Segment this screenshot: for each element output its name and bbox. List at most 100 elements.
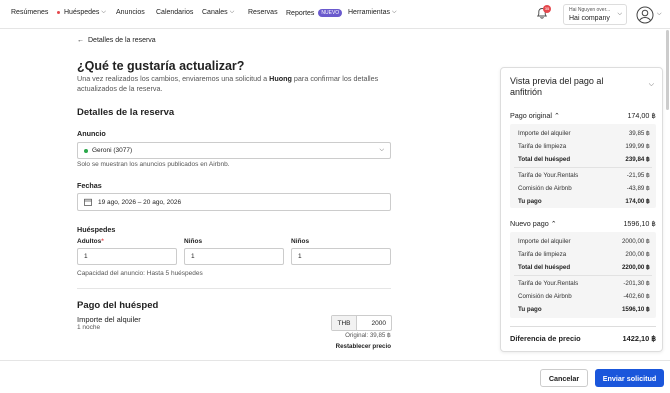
currency-label: THB (332, 316, 357, 330)
new-badge: NUEVO (318, 9, 343, 17)
nav-anuncios[interactable]: Anuncios (116, 9, 145, 16)
send-request-button[interactable]: Enviar solicitud (595, 369, 664, 387)
row-label: Importe del alquiler (518, 238, 571, 245)
footer-bar: Cancelar Enviar solicitud (0, 360, 670, 393)
dates-label: Fechas (77, 181, 102, 190)
nav-reportes-label: Reportes (286, 9, 315, 17)
divider (510, 326, 656, 327)
dates-value: 19 ago, 2026 – 20 ago, 2026 (98, 198, 182, 206)
nav-anuncios-label: Anuncios (116, 9, 145, 16)
row-label: Tu pago (518, 306, 542, 313)
children-label: Niños (184, 238, 203, 245)
listing-label: Anuncio (77, 129, 106, 138)
top-nav: Resúmenes Huéspedes ⌵ Anuncios Calendario… (0, 0, 670, 29)
scrollbar[interactable] (666, 30, 669, 110)
chevron-down-icon[interactable]: ⌵ (649, 81, 654, 89)
rent-price-field[interactable]: THB 2000 (331, 315, 392, 331)
new-payout-total: 1596,10 ฿ (623, 219, 656, 228)
new-payout-toggle[interactable]: Nuevo pago ⌃ 1596,10 ฿ (510, 219, 656, 228)
price-difference: Diferencia de precio 1422,10 ฿ (510, 334, 656, 343)
row-value: -201,30 ฿ (623, 280, 650, 287)
breakdown-row: Tu pago 174,00 ฿ (518, 198, 650, 205)
back-link[interactable]: ← Detalles de la reserva (77, 37, 156, 44)
capacity-note: Capacidad del anuncio: Hasta 5 huéspedes (77, 270, 203, 277)
breakdown-row: Comisión de Airbnb -402,60 ฿ (518, 293, 650, 300)
breakdown-row: Total del huésped 2200,00 ฿ (518, 264, 650, 271)
row-label: Comisión de Airbnb (518, 293, 572, 300)
nav-resumenes-label: Resúmenes (11, 9, 49, 16)
nav-reportes[interactable]: Reportes NUEVO (286, 9, 343, 17)
rent-label: Importe del alquiler (77, 315, 141, 324)
nav-calendarios[interactable]: Calendarios (156, 9, 193, 16)
row-label: Total del huésped (518, 264, 571, 271)
reset-price-button[interactable]: Restablecer precio (336, 343, 391, 350)
row-value: -21,95 ฿ (626, 172, 650, 179)
chevron-down-icon: ⌵ (617, 11, 622, 17)
listing-value: Geroni (3077) (92, 147, 133, 154)
rent-amount-input[interactable]: 2000 (357, 316, 391, 330)
original-payout-toggle[interactable]: Pago original ⌃ 174,00 ฿ (510, 111, 656, 120)
divider (514, 275, 652, 276)
nav-reservas-label: Reservas (248, 9, 278, 16)
row-label: Tarifa de Your.Rentals (518, 280, 579, 287)
calendar-icon (84, 198, 92, 206)
children-input[interactable]: 1 (184, 248, 284, 265)
breakdown-row: Importe del alquiler 2000,00 ฿ (518, 238, 650, 245)
row-label: Tarifa de limpieza (518, 143, 567, 150)
row-value: 239,84 ฿ (625, 156, 650, 163)
nav-huespedes[interactable]: Huéspedes ⌵ (57, 9, 106, 16)
breakdown-row: Importe del alquiler 39,85 ฿ (518, 130, 650, 137)
infants-input[interactable]: 1 (291, 248, 391, 265)
account-company: Hai company (569, 15, 610, 22)
new-breakdown: Importe del alquiler 2000,00 ฿ Tarifa de … (510, 232, 656, 318)
nav-resumenes[interactable]: Resúmenes (11, 9, 48, 16)
chevron-down-icon: ⌵ (229, 9, 235, 15)
row-value: -43,89 ฿ (626, 185, 650, 192)
chevron-up-icon: ⌃ (550, 219, 557, 228)
divider (514, 167, 652, 168)
adults-input[interactable]: 1 (77, 248, 177, 265)
row-value: -402,60 ฿ (623, 293, 650, 300)
original-price: Original: 39,85 ฿ (345, 332, 391, 339)
guest-name: Huong (269, 74, 292, 83)
row-value: 200,00 ฿ (625, 251, 650, 258)
listing-select[interactable]: Geroni (3077) ⌵ (77, 142, 391, 159)
status-dot-icon (84, 148, 88, 153)
details-heading: Detalles de la reserva (77, 107, 175, 118)
breakdown-row: Tu pago 1596,10 ฿ (518, 306, 650, 313)
new-payout-label: Nuevo pago ⌃ (510, 219, 557, 228)
alert-dot-icon (57, 11, 60, 14)
page-title: ¿Qué te gustaría actualizar? (77, 59, 245, 73)
account-switcher[interactable]: Hai Nguyen over... Hai company ⌵ (563, 4, 627, 25)
row-value: 1596,10 ฿ (621, 306, 650, 313)
adults-label: Adultos* (77, 238, 104, 245)
breakdown-row: Tarifa de Your.Rentals -201,30 ฿ (518, 280, 650, 287)
date-range-input[interactable]: 19 ago, 2026 – 20 ago, 2026 (77, 193, 391, 211)
nav-calendarios-label: Calendarios (156, 9, 194, 16)
chevron-up-icon: ⌃ (553, 111, 560, 120)
breakdown-row: Tarifa de limpieza 199,99 ฿ (518, 143, 650, 150)
notification-count-badge: 35 (543, 5, 551, 13)
user-avatar-icon[interactable] (636, 6, 654, 24)
breakdown-row: Tarifa de Your.Rentals -21,95 ฿ (518, 172, 650, 179)
cancel-button[interactable]: Cancelar (540, 369, 588, 387)
listing-hint: Solo se muestran los anuncios publicados… (77, 161, 230, 168)
chevron-down-icon: ⌵ (657, 11, 662, 17)
payment-heading: Pago del huésped (77, 300, 159, 311)
row-value: 2200,00 ฿ (621, 264, 650, 271)
difference-value: 1422,10 ฿ (622, 334, 656, 343)
section-divider (77, 288, 391, 289)
nav-herramientas-label: Herramientas (348, 9, 391, 16)
chevron-down-icon: ⌵ (379, 147, 384, 153)
intro-text: Una vez realizados los cambios, enviarem… (77, 74, 387, 94)
required-mark: * (101, 238, 104, 245)
chevron-down-icon: ⌵ (101, 9, 106, 15)
account-user: Hai Nguyen over... (569, 7, 611, 13)
nav-reservas[interactable]: Reservas (248, 9, 278, 16)
row-value: 199,99 ฿ (625, 143, 650, 150)
nav-herramientas[interactable]: Herramientas ⌵ (348, 9, 397, 16)
intro-prefix: Una vez realizados los cambios, enviarem… (77, 74, 270, 83)
nav-canales[interactable]: Canales ⌵ (202, 9, 234, 16)
breakdown-row: Tarifa de limpieza 200,00 ฿ (518, 251, 650, 258)
row-label: Importe del alquiler (518, 130, 571, 137)
